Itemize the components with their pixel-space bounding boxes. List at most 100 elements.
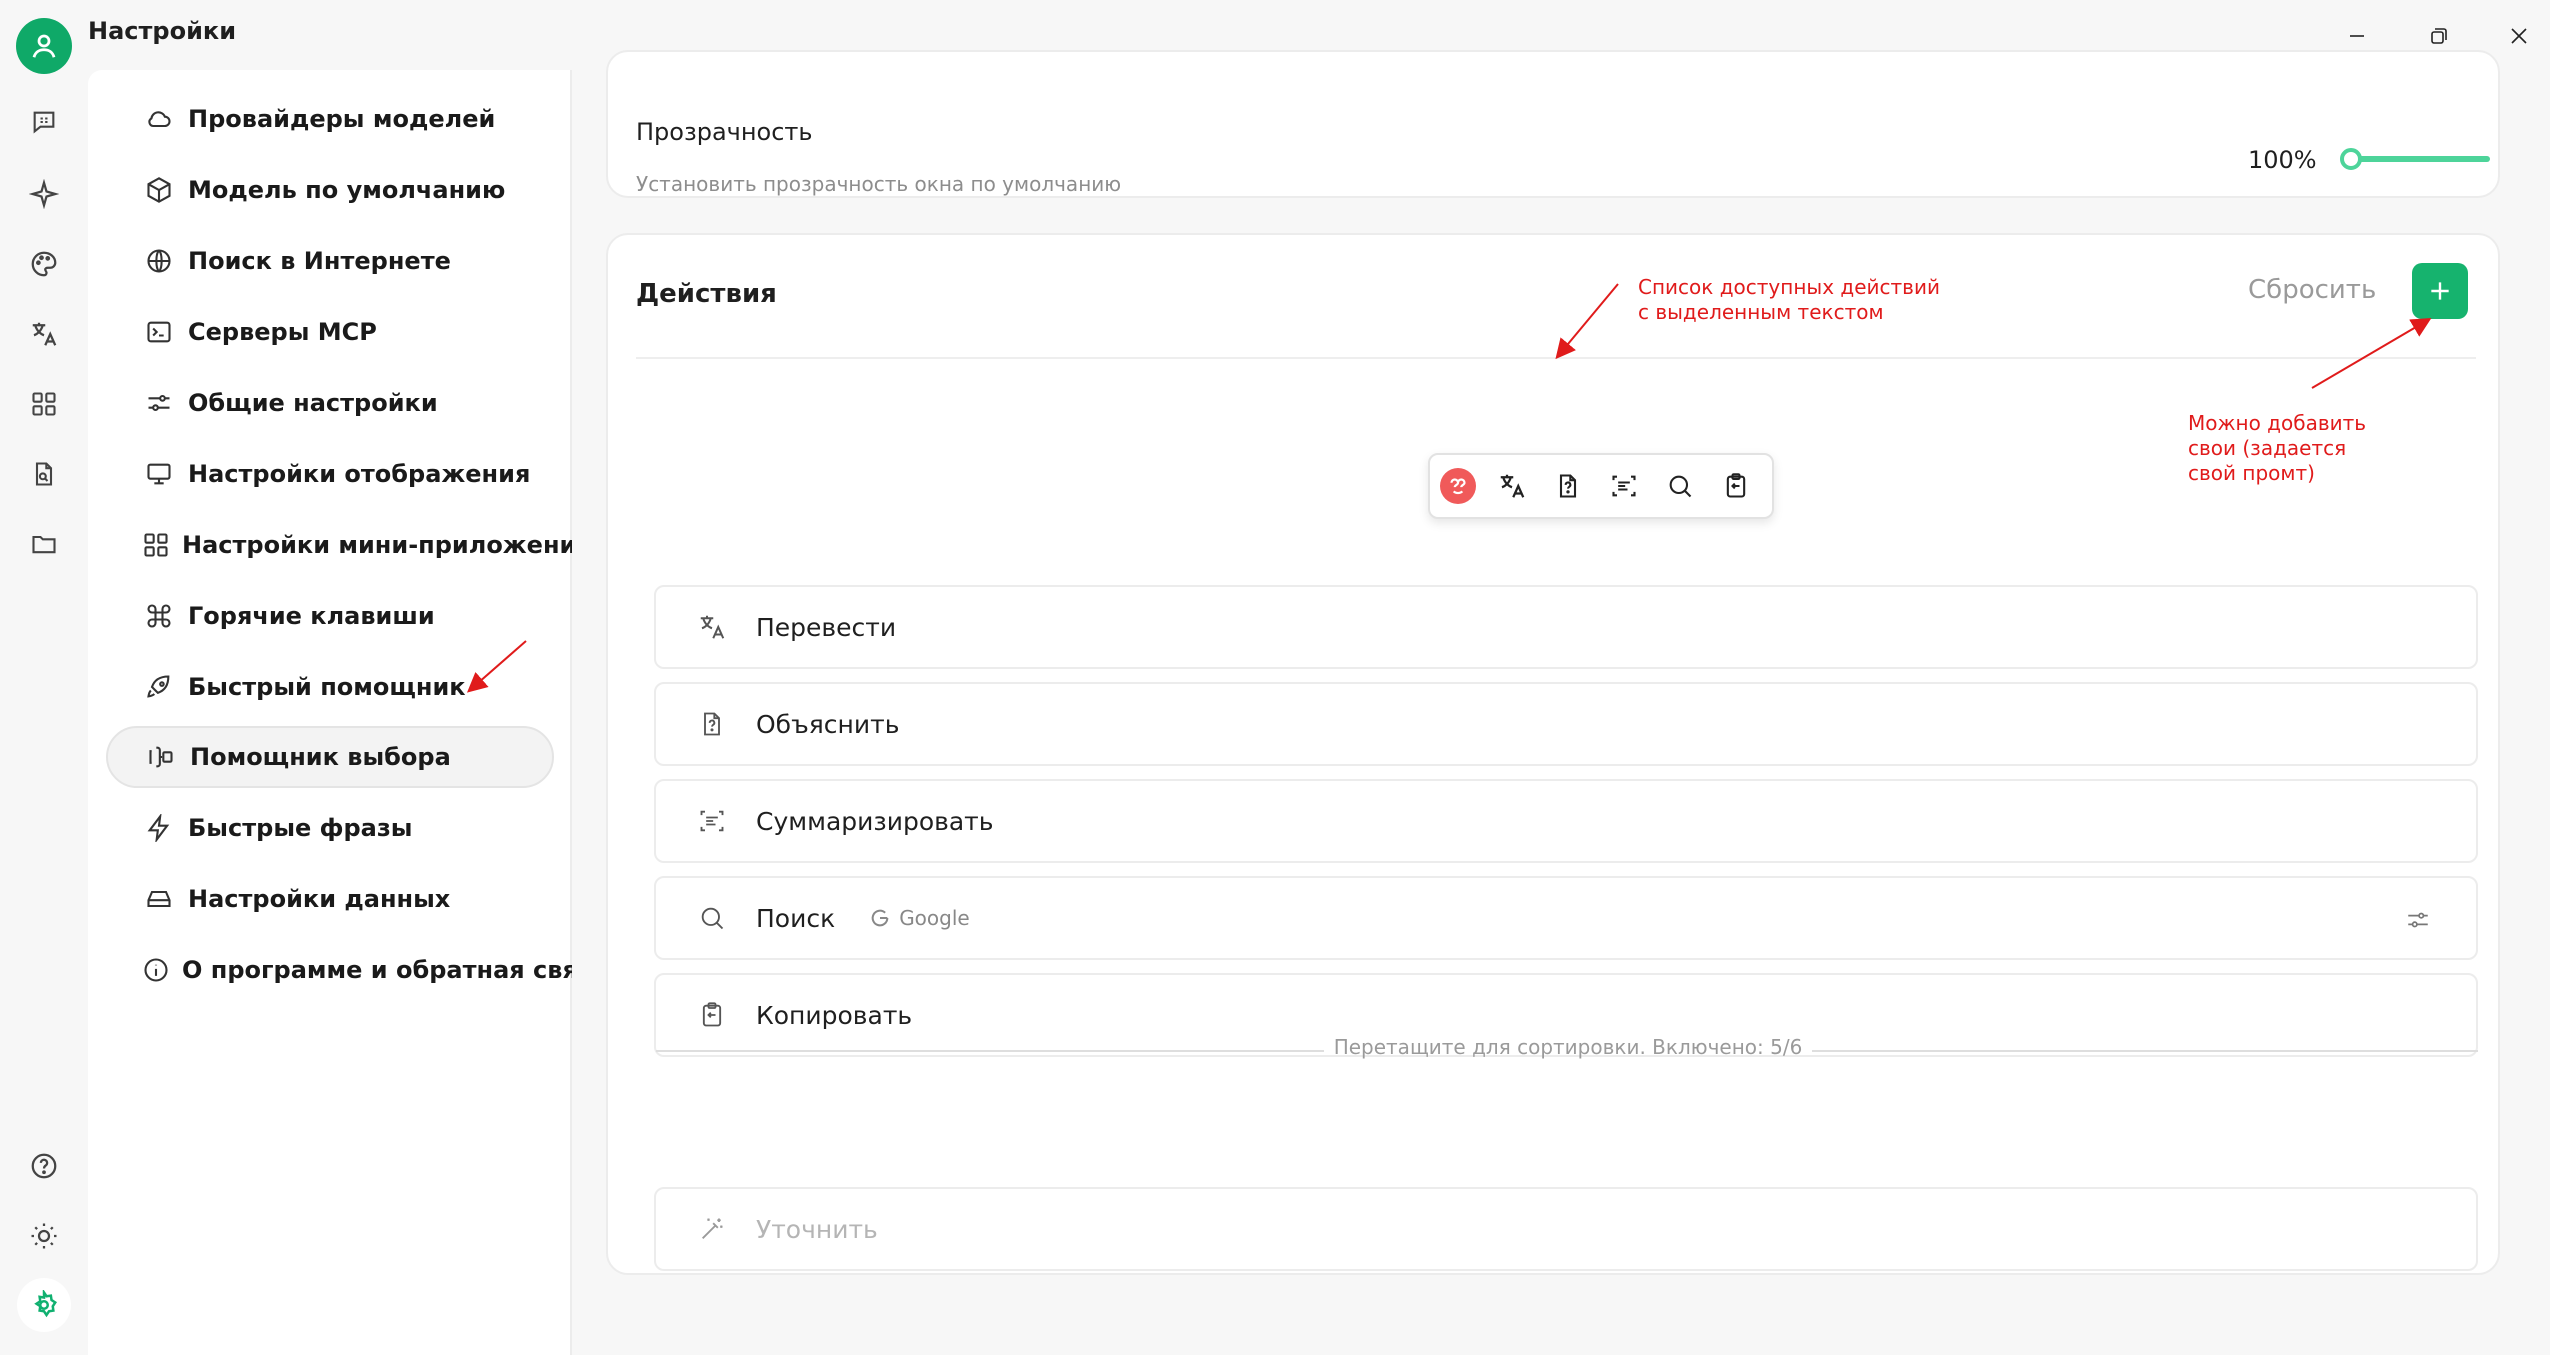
nav-item-data-settings[interactable]: Настройки данных — [106, 868, 554, 930]
gear-icon — [34, 1290, 57, 1318]
google-icon — [871, 909, 889, 927]
palette-icon — [31, 251, 57, 277]
reset-button[interactable]: Сбросить — [2248, 275, 2376, 305]
cloud-icon — [142, 102, 176, 136]
action-label: Копировать — [756, 1000, 913, 1030]
add-action-button[interactable] — [2412, 263, 2468, 319]
annotation-add-note: Можно добавить свои (задается свой промт… — [2188, 411, 2366, 486]
action-label: Перевести — [756, 612, 897, 642]
transparency-slider[interactable] — [2348, 156, 2490, 162]
action-label: Поиск — [756, 903, 836, 933]
folder-icon — [32, 535, 56, 554]
main-content: Прозрачность Установить прозрачность окн… — [572, 50, 2550, 1355]
action-row-search[interactable]: Поиск Google — [654, 876, 2478, 960]
nav-item-label: Настройки данных — [188, 885, 451, 913]
minimize-icon — [2350, 35, 2364, 37]
nav-item-model-providers[interactable]: Провайдеры моделей — [106, 88, 554, 150]
rail-help-button[interactable] — [20, 1142, 68, 1190]
file-search-icon — [35, 462, 53, 486]
globe-icon — [142, 244, 176, 278]
nav-item-label: Серверы MCP — [188, 318, 377, 346]
rail-files-button[interactable] — [20, 450, 68, 498]
rail-chat-button[interactable] — [20, 98, 68, 146]
sun-icon — [31, 1223, 57, 1249]
sort-divider-left — [656, 1050, 1324, 1052]
nav-item-hotkeys[interactable]: Горячие клавиши — [106, 585, 554, 647]
action-label: Объяснить — [756, 709, 900, 739]
translate-icon — [696, 611, 728, 643]
scan-text-icon[interactable] — [1604, 466, 1644, 506]
nav-item-quick-phrases[interactable]: Быстрые фразы — [106, 797, 554, 859]
clipboard-icon — [696, 999, 728, 1031]
text-select-icon — [144, 740, 178, 774]
file-question-icon[interactable] — [1548, 466, 1588, 506]
chat-icon — [33, 111, 55, 134]
nav-item-label: О программе и обратная связь — [182, 956, 607, 984]
action-row-explain[interactable]: Объяснить — [654, 682, 2478, 766]
rail-theme-button[interactable] — [20, 1212, 68, 1260]
scan-text-icon — [696, 805, 728, 837]
icon-rail — [0, 0, 88, 1355]
annotation-toolbar-note: Список доступных действий с выделенным т… — [1638, 275, 1940, 325]
monitor-icon — [142, 457, 176, 491]
rail-translate-button[interactable] — [20, 310, 68, 358]
annotation-line: с выделенным текстом — [1638, 300, 1884, 324]
translate-icon[interactable] — [1492, 466, 1532, 506]
nav-item-label: Модель по умолчанию — [188, 176, 506, 204]
rocket-icon — [142, 670, 176, 704]
annotation-line: свои (задается — [2188, 436, 2347, 460]
search-settings-button[interactable] — [2402, 904, 2434, 936]
search-engine[interactable]: Google — [869, 906, 970, 930]
rail-folder-button[interactable] — [20, 520, 68, 568]
cube-icon — [142, 173, 176, 207]
nav-item-mcp-servers[interactable]: Серверы MCP — [106, 301, 554, 363]
app-window: Настройки Провайдеры моделей Модель по у… — [0, 0, 2550, 1355]
grid-icon — [142, 528, 170, 562]
nav-item-general-settings[interactable]: Общие настройки — [106, 372, 554, 434]
action-label: Уточнить — [756, 1214, 878, 1244]
nav-item-label: Быстрые фразы — [188, 814, 413, 842]
drive-icon — [142, 882, 176, 916]
nav-item-label: Горячие клавиши — [188, 602, 435, 630]
nav-item-quick-assistant[interactable]: Быстрый помощник — [106, 656, 554, 718]
app-logo-icon — [1440, 468, 1476, 504]
magic-wand-icon — [696, 1213, 728, 1245]
terminal-icon — [142, 315, 176, 349]
plus-icon — [2431, 282, 2449, 300]
rail-settings-button[interactable] — [17, 1278, 71, 1332]
restore-icon — [2431, 28, 2447, 44]
action-row-translate[interactable]: Перевести — [654, 585, 2478, 669]
action-row-refine[interactable]: Уточнить — [654, 1187, 2478, 1271]
sort-divider-right — [1812, 1050, 2478, 1052]
nav-item-label: Быстрый помощник — [188, 673, 466, 701]
annotation-line: Можно добавить — [2188, 411, 2367, 435]
rail-apps-button[interactable] — [20, 380, 68, 428]
search-icon[interactable] — [1660, 466, 1700, 506]
slider-handle[interactable] — [2340, 148, 2362, 170]
grid-icon — [32, 392, 56, 416]
actions-title: Действия — [636, 279, 777, 309]
sort-hint: Перетащите для сортировки. Включено: 5/6 — [1333, 1035, 1803, 1059]
clipboard-icon[interactable] — [1716, 466, 1756, 506]
nav-item-miniapp-settings[interactable]: Настройки мини-приложений — [106, 514, 593, 576]
sliders-icon — [2408, 912, 2428, 928]
transparency-value: 100% — [2248, 146, 2317, 174]
nav-item-about-feedback[interactable]: О программе и обратная связь — [106, 939, 607, 1001]
sparkle-icon — [29, 179, 59, 209]
transparency-description: Установить прозрачность окна по умолчани… — [636, 172, 1122, 196]
annotation-line: Список доступных действий — [1638, 275, 1940, 299]
info-icon — [142, 953, 170, 987]
nav-item-selection-assistant[interactable]: Помощник выбора — [106, 726, 554, 788]
help-icon — [31, 1153, 57, 1179]
nav-item-display-settings[interactable]: Настройки отображения — [106, 443, 554, 505]
action-row-summarize[interactable]: Суммаризировать — [654, 779, 2478, 863]
nav-item-default-model[interactable]: Модель по умолчанию — [106, 159, 554, 221]
rail-paint-button[interactable] — [20, 240, 68, 288]
close-button[interactable] — [2494, 14, 2544, 58]
annotation-line: свой промт) — [2188, 461, 2315, 485]
settings-nav: Провайдеры моделей Модель по умолчанию П… — [88, 70, 607, 1355]
nav-item-web-search[interactable]: Поиск в Интернете — [106, 230, 554, 292]
rail-assistants-button[interactable] — [20, 170, 68, 218]
nav-item-label: Помощник выбора — [190, 743, 451, 771]
search-icon — [696, 902, 728, 934]
